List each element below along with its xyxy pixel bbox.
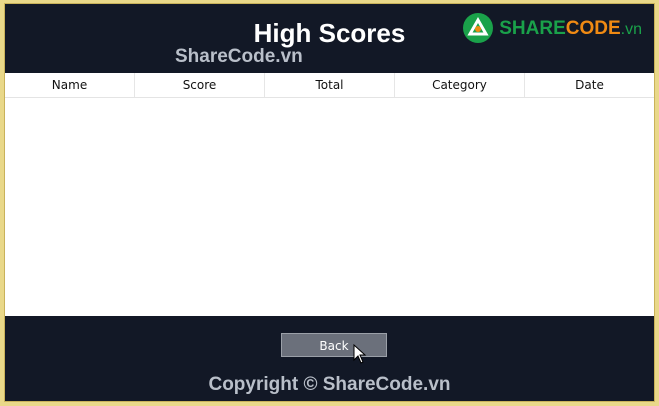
column-header-category[interactable]: Category bbox=[395, 73, 525, 97]
scores-table[interactable]: Name Score Total Category Date bbox=[5, 73, 654, 316]
column-header-name[interactable]: Name bbox=[5, 73, 135, 97]
column-header-score[interactable]: Score bbox=[135, 73, 265, 97]
column-header-date[interactable]: Date bbox=[525, 73, 654, 97]
high-scores-window: High Scores ShareCode.vn SHARECODE.vn Na… bbox=[4, 3, 655, 402]
table-header: Name Score Total Category Date bbox=[5, 73, 654, 98]
logo-text: SHARECODE.vn bbox=[499, 17, 642, 39]
back-button[interactable]: Back bbox=[281, 333, 387, 357]
mouse-cursor-icon bbox=[353, 344, 367, 364]
column-header-total[interactable]: Total bbox=[265, 73, 395, 97]
sharecode-logo: SHARECODE.vn bbox=[461, 10, 642, 46]
sharecode-logo-icon bbox=[463, 13, 494, 43]
copyright-text: Copyright © ShareCode.vn bbox=[208, 374, 451, 395]
watermark-text: ShareCode.vn bbox=[175, 46, 303, 67]
